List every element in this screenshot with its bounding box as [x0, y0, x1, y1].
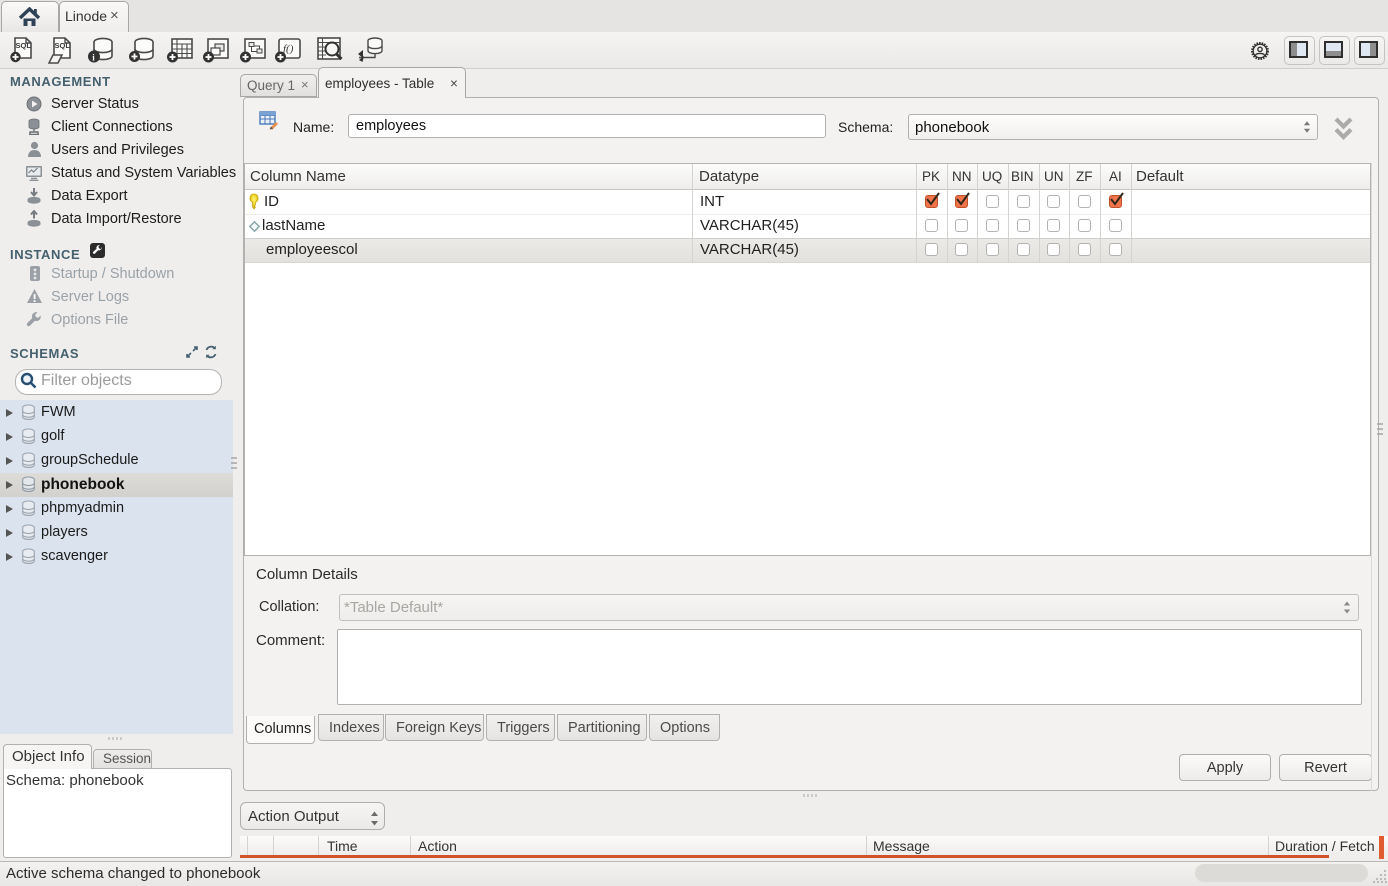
svg-text:f(): f(): [283, 43, 294, 55]
svg-text:SQL: SQL: [16, 41, 32, 50]
svg-text:SQL: SQL: [55, 41, 71, 50]
